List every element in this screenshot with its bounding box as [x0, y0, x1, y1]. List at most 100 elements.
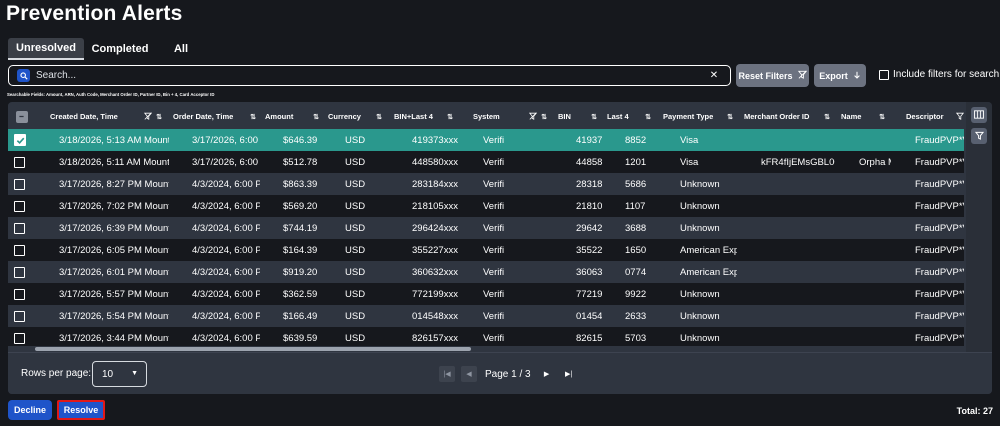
col-system[interactable]: System ⇅: [473, 104, 553, 129]
row-checkbox[interactable]: [14, 222, 25, 234]
sort-icon[interactable]: ⇅: [727, 113, 733, 121]
col-bin[interactable]: BIN ⇅: [558, 104, 603, 129]
cell-order-date: 3/17/2026, 6:00 I: [192, 156, 260, 168]
col-currency[interactable]: Currency ⇅: [328, 104, 388, 129]
cell-currency: USD: [345, 200, 366, 212]
sort-icon[interactable]: ⇅: [250, 113, 256, 121]
cell-last4: 9922: [625, 288, 647, 300]
last-page-button[interactable]: ▶|: [561, 366, 577, 382]
tab-completed[interactable]: Completed: [84, 38, 156, 60]
tab-unresolved[interactable]: Unresolved: [8, 38, 84, 60]
row-checkbox-checked[interactable]: [14, 134, 26, 146]
include-filters-toggle[interactable]: Include filters for search: [879, 69, 999, 80]
select-all-checkbox[interactable]: [15, 110, 28, 123]
cell-bin-last4: 419373xxxx: [412, 134, 458, 146]
cell-payment-type: Unknown: [680, 288, 720, 300]
filter-off-icon: [797, 70, 807, 81]
sort-icon[interactable]: ⇅: [376, 113, 382, 121]
col-order-date-label: Order Date, Time: [173, 112, 234, 121]
col-merchant-order-id[interactable]: Merchant Order ID ⇅: [744, 104, 836, 129]
cell-bin: 36063: [576, 266, 602, 278]
row-checkbox[interactable]: [14, 244, 25, 256]
columns-button[interactable]: [971, 107, 987, 123]
filter-off-icon[interactable]: [144, 112, 153, 122]
pagination: |◀ ◀ Page 1 / 3 ▶ ▶|: [439, 366, 577, 382]
include-filters-checkbox[interactable]: [879, 69, 889, 80]
search-icon: [17, 69, 30, 82]
filter-off-icon[interactable]: [529, 112, 538, 122]
sort-icon[interactable]: ⇅: [591, 113, 597, 121]
row-checkbox[interactable]: [14, 288, 25, 300]
clear-search-icon[interactable]: ✕: [706, 70, 722, 81]
cell-bin-last4: 355227xxxx: [412, 244, 458, 256]
table-row[interactable]: 3/17/2026, 6:05 PM Mount 4/3/2024, 6:00 P…: [8, 239, 964, 261]
alerts-grid: Created Date, Time ⇅ Order Date, Time ⇅ …: [8, 102, 964, 352]
resolve-button[interactable]: Resolve: [57, 400, 105, 420]
table-row[interactable]: 3/17/2026, 7:02 PM Mount 4/3/2024, 6:00 P…: [8, 195, 964, 217]
reset-filters-button[interactable]: Reset Filters: [736, 64, 809, 87]
cell-order-date: 3/17/2026, 6:00 I: [192, 134, 260, 146]
row-checkbox[interactable]: [14, 156, 25, 168]
cell-merchant-order-id: [761, 195, 835, 217]
row-checkbox[interactable]: [14, 310, 25, 322]
table-row[interactable]: 3/17/2026, 6:39 PM Mount 4/3/2024, 6:00 P…: [8, 217, 964, 239]
cell-name: [859, 239, 891, 261]
filters-button[interactable]: [971, 128, 987, 144]
cell-amount: $569.20: [283, 200, 318, 212]
col-descriptor[interactable]: Descriptor: [906, 104, 964, 129]
cell-bin: 35522: [576, 244, 602, 256]
row-checkbox[interactable]: [14, 200, 25, 212]
cell-amount: $863.39: [283, 178, 318, 190]
cell-order-date: 4/3/2024, 6:00 Pl: [192, 266, 260, 278]
cell-descriptor: FraudPVP*V: [915, 156, 964, 168]
table-row[interactable]: 3/18/2026, 5:11 AM Mount 3/17/2026, 6:00 …: [8, 151, 964, 173]
rows-per-page-select[interactable]: 10 ▼: [92, 361, 147, 387]
cell-name: [859, 173, 891, 195]
tab-all[interactable]: All: [156, 38, 206, 60]
col-name[interactable]: Name ⇅: [841, 104, 891, 129]
table-row[interactable]: 3/17/2026, 8:27 PM Mount 4/3/2024, 6:00 P…: [8, 173, 964, 195]
table-row[interactable]: 3/17/2026, 6:01 PM Mount 4/3/2024, 6:00 P…: [8, 261, 964, 283]
sort-icon[interactable]: ⇅: [447, 113, 453, 121]
col-last4[interactable]: Last 4 ⇅: [607, 104, 657, 129]
cell-last4: 3688: [625, 222, 647, 234]
horizontal-scrollbar-thumb[interactable]: [35, 347, 471, 351]
col-payment-type[interactable]: Payment Type ⇅: [663, 104, 739, 129]
next-page-button[interactable]: ▶: [539, 366, 555, 382]
col-bin-last4[interactable]: BIN+Last 4 ⇅: [394, 104, 459, 129]
search-bar: ✕: [8, 65, 731, 86]
table-row[interactable]: 3/17/2026, 5:57 PM Mount 4/3/2024, 6:00 P…: [8, 283, 964, 305]
export-button[interactable]: Export: [814, 64, 866, 87]
cell-bin: 29642: [576, 222, 602, 234]
cell-payment-type: Unknown: [680, 310, 720, 322]
cell-name: [859, 129, 891, 151]
cell-payment-type: American Expr: [680, 244, 737, 256]
cell-created-date: 3/17/2026, 8:27 PM Mount: [59, 178, 169, 190]
table-row[interactable]: 3/18/2026, 5:13 AM Mount 3/17/2026, 6:00 …: [8, 129, 964, 151]
search-input[interactable]: [36, 70, 706, 81]
sort-icon[interactable]: ⇅: [879, 113, 885, 121]
table-footer: Rows per page: 10 ▼ |◀ ◀ Page 1 / 3 ▶ ▶|: [8, 352, 992, 394]
row-checkbox[interactable]: [14, 332, 25, 344]
cell-descriptor: FraudPVP*V: [915, 288, 964, 300]
decline-button[interactable]: Decline: [8, 400, 52, 420]
cell-bin-last4: 360632xxxx: [412, 266, 458, 278]
table-row[interactable]: 3/17/2026, 5:54 PM Mount 4/3/2024, 6:00 P…: [8, 305, 964, 327]
sort-icon[interactable]: ⇅: [156, 113, 162, 121]
col-created-date[interactable]: Created Date, Time ⇅: [50, 104, 168, 129]
row-checkbox[interactable]: [14, 266, 25, 278]
filter-icon[interactable]: [955, 112, 964, 122]
cell-system: Verifi: [483, 178, 505, 190]
prev-page-button[interactable]: ◀: [461, 366, 477, 382]
sort-icon[interactable]: ⇅: [541, 113, 547, 121]
cell-bin-last4: 296424xxxx: [412, 222, 458, 234]
row-checkbox[interactable]: [14, 178, 25, 190]
first-page-button[interactable]: |◀: [439, 366, 455, 382]
search-hint: Searchable Fields: Amount, ARN, Auth Cod…: [7, 92, 215, 97]
sort-icon[interactable]: ⇅: [824, 113, 830, 121]
sort-icon[interactable]: ⇅: [313, 113, 319, 121]
row-checkbox-cell: [14, 217, 28, 239]
col-amount[interactable]: Amount ⇅: [265, 104, 325, 129]
col-order-date[interactable]: Order Date, Time ⇅: [173, 104, 262, 129]
sort-icon[interactable]: ⇅: [645, 113, 651, 121]
